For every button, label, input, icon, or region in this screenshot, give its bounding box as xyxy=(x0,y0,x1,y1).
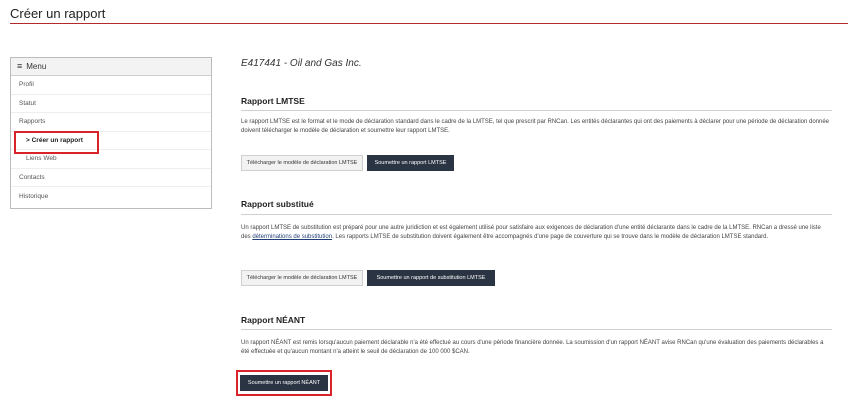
sidebar-item-historique[interactable]: Historique xyxy=(11,187,211,206)
download-lmtse-template-button[interactable]: Télécharger le modèle de déclaration LMT… xyxy=(241,155,363,171)
page-header: Créer un rapport xyxy=(0,0,855,28)
section-divider xyxy=(241,110,832,111)
sidebar-item-statut[interactable]: Statut xyxy=(11,95,211,113)
highlight-creer-un-rapport xyxy=(14,131,99,154)
hamburger-menu-icon: ≡ xyxy=(17,61,23,71)
sidebar-item-profil[interactable]: Profil xyxy=(11,76,211,95)
sidebar-item-label: Statut xyxy=(19,99,36,107)
section-text-neant: Un rapport NÉANT est remis lorsqu'aucun … xyxy=(241,340,824,355)
section-text-part: . Les rapports LMTSE de substitution doi… xyxy=(332,233,769,240)
determinations-link[interactable]: déterminations de substitution xyxy=(252,234,332,240)
download-lmtse-template-button-2[interactable]: Télécharger le modèle de déclaration LMT… xyxy=(241,270,363,286)
sidebar-header[interactable]: ≡ Menu xyxy=(11,58,211,76)
sidebar-item-rapports[interactable]: Rapports xyxy=(11,113,211,132)
highlight-submit-neant xyxy=(236,370,332,396)
page-title: Créer un rapport xyxy=(10,6,106,21)
section-divider xyxy=(241,329,832,330)
sidebar-header-label: Menu xyxy=(26,62,47,71)
sidebar-item-label: Rapports xyxy=(19,118,46,126)
section-title-lmtse: Rapport LMTSE xyxy=(241,96,305,106)
section-title-substitue: Rapport substitué xyxy=(241,199,314,209)
sidebar-item-label: Historique xyxy=(19,192,49,200)
section-text-lmtse: Le rapport LMTSE est le format et le mod… xyxy=(241,119,830,134)
submit-lmtse-report-button[interactable]: Soumettre un rapport LMTSE xyxy=(367,155,454,171)
sidebar-item-label: Profil xyxy=(19,81,34,89)
company-name: E417441 - Oil and Gas Inc. xyxy=(241,58,362,69)
sidebar-item-contacts[interactable]: Contacts xyxy=(11,169,211,187)
header-divider xyxy=(10,23,848,24)
sidebar-item-label: Contacts xyxy=(19,173,45,181)
section-divider xyxy=(241,214,832,215)
section-title-neant: Rapport NÉANT xyxy=(241,315,306,325)
sidebar-item-label: Liens Web xyxy=(26,155,57,163)
submit-substitution-report-button[interactable]: Soumettre un rapport de substitution LMT… xyxy=(367,270,495,286)
section-text-substitue: Un rapport LMTSE de substitution est pré… xyxy=(241,224,831,241)
